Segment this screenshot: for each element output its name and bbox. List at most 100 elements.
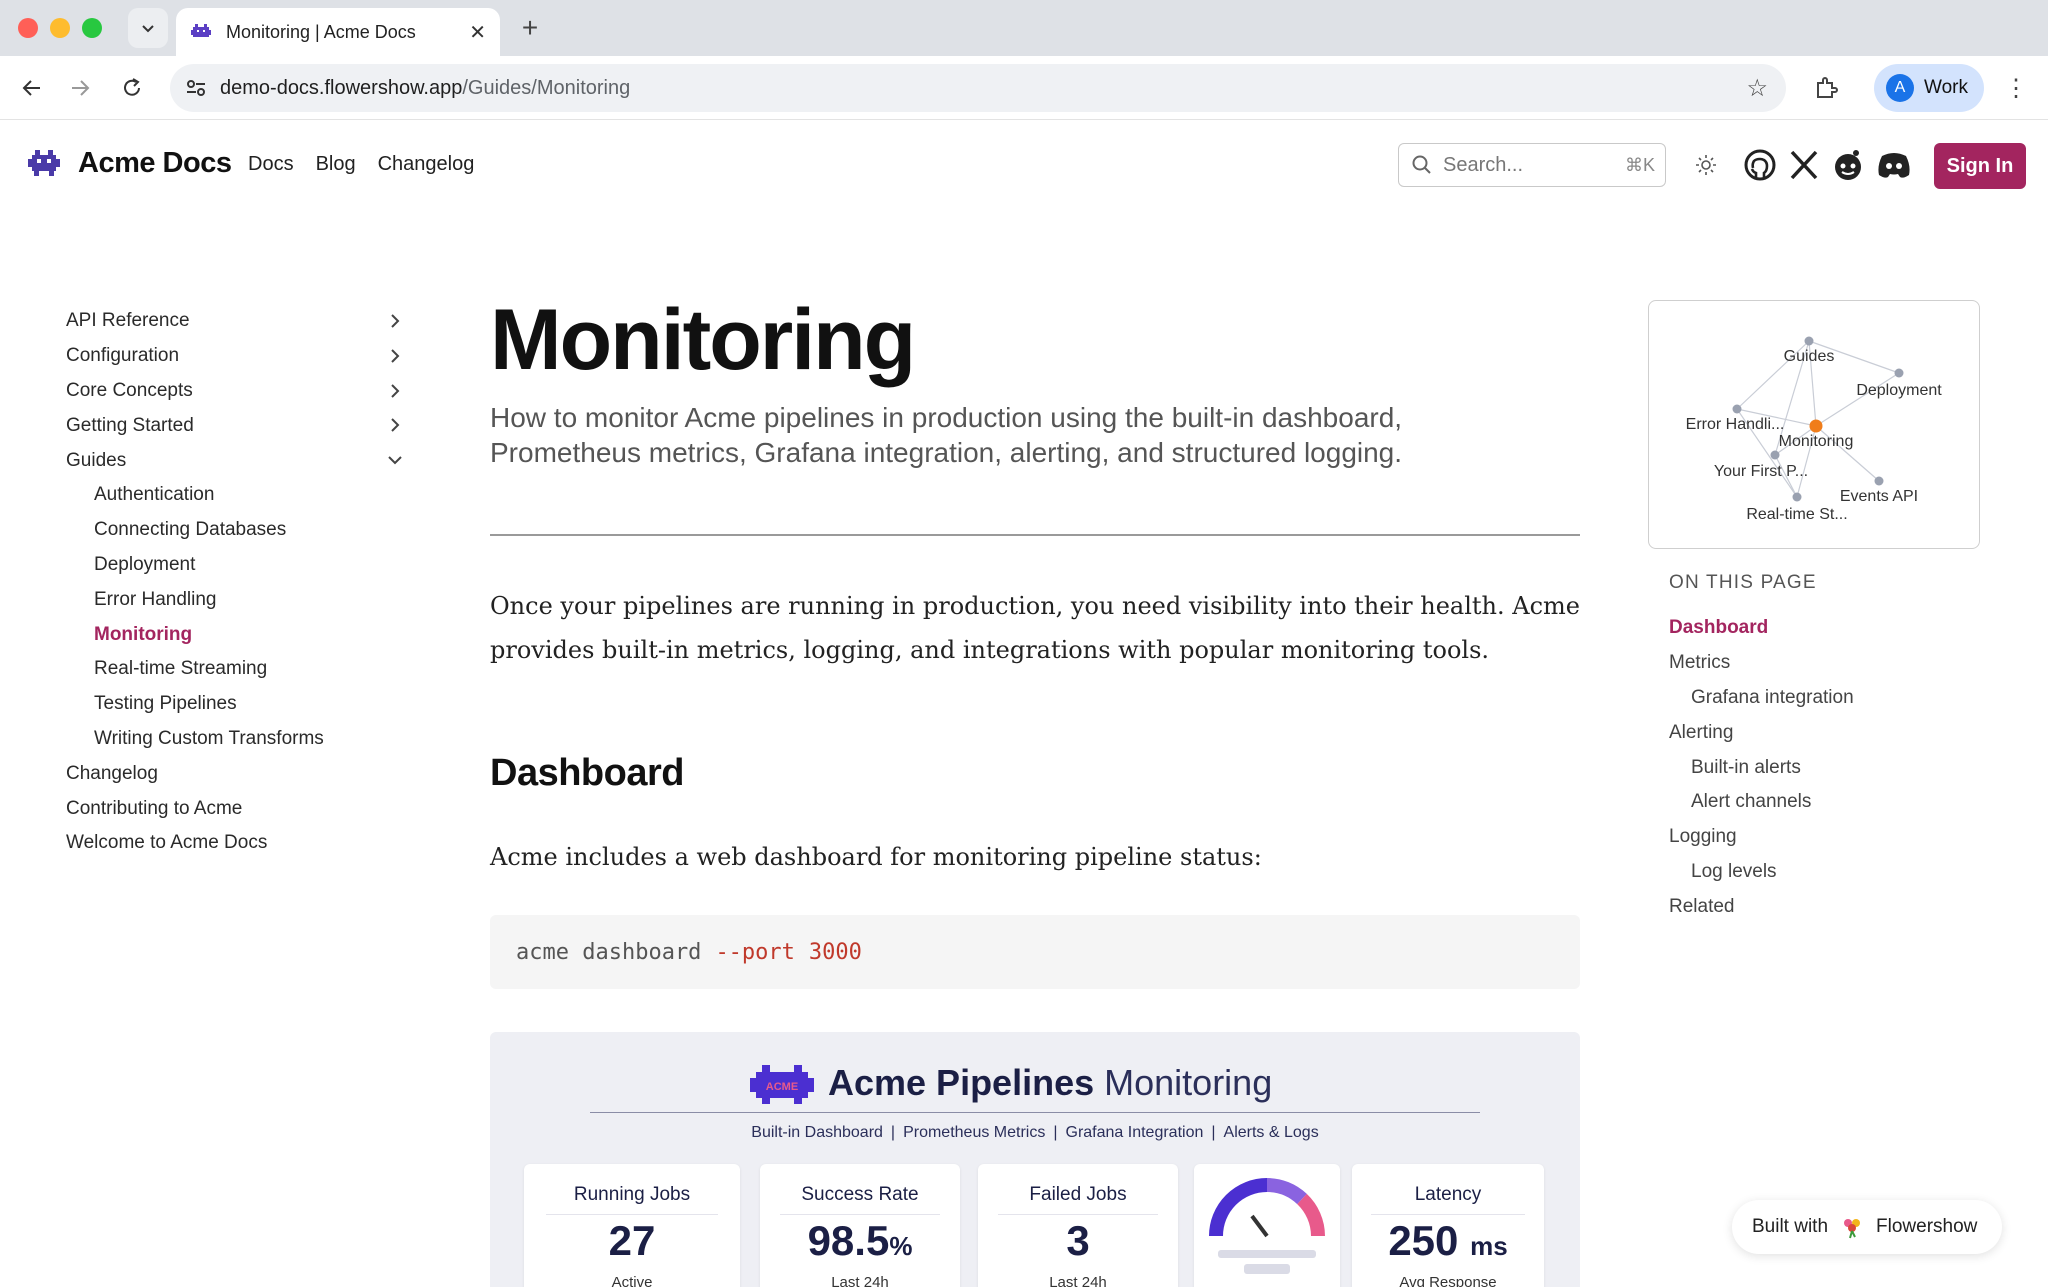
browser-tab-bar: Monitoring | Acme Docs ✕ +	[0, 0, 2048, 56]
toc-item-alerting[interactable]: Alerting	[1669, 715, 1969, 750]
sidebar-item-error-handling[interactable]: Error Handling	[66, 582, 406, 617]
gauge-card	[1194, 1164, 1340, 1287]
banner-link: Alerts & Logs	[1223, 1124, 1319, 1141]
article: Monitoring How to monitor Acme pipelines…	[490, 290, 1580, 989]
chevron-right-icon	[391, 418, 400, 433]
reload-button[interactable]	[114, 70, 150, 106]
close-window-button[interactable]	[18, 18, 38, 38]
address-bar[interactable]: demo-docs.flowershow.app/Guides/Monitori…	[170, 64, 1786, 112]
card-subtitle: Last 24h	[831, 1274, 889, 1287]
sidebar-item-guides[interactable]: Guides	[66, 443, 406, 478]
new-tab-button[interactable]: +	[514, 12, 546, 44]
metric-card-failed-jobs: Failed Jobs 3 Last 24h	[978, 1164, 1178, 1287]
sidebar-item-label: Core Concepts	[66, 379, 193, 401]
browser-toolbar: demo-docs.flowershow.app/Guides/Monitori…	[0, 56, 2048, 120]
toc-item-built-in-alerts[interactable]: Built-in alerts	[1669, 750, 1969, 785]
chevron-down-icon	[142, 25, 154, 33]
card-value: 3	[1066, 1217, 1090, 1264]
sidebar-item-configuration[interactable]: Configuration	[66, 339, 406, 374]
graph-node-label: Events API	[1840, 488, 1918, 505]
graph-node-label: Error Handli...	[1686, 416, 1785, 433]
sidebar-item-real-time-streaming[interactable]: Real-time Streaming	[66, 652, 406, 687]
toc-item-logging[interactable]: Logging	[1669, 820, 1969, 855]
reddit-icon	[1835, 150, 1861, 180]
banner-title-bold: Acme Pipelines	[828, 1062, 1095, 1103]
sidebar-item-testing-pipelines[interactable]: Testing Pipelines	[66, 687, 406, 722]
tab-title: Monitoring | Acme Docs	[226, 21, 416, 42]
acme-favicon-icon	[191, 24, 211, 37]
page-title: Monitoring	[490, 292, 916, 388]
x-link[interactable]	[1786, 147, 1822, 183]
discord-link[interactable]	[1876, 147, 1912, 183]
sidebar-item-authentication[interactable]: Authentication	[66, 478, 406, 513]
sign-in-button[interactable]: Sign In	[1934, 143, 2026, 189]
banner-links: Built-in Dashboard | Prometheus Metrics | Gr…	[751, 1124, 1319, 1141]
badge-prefix: Built with	[1752, 1216, 1829, 1237]
sidebar-item-core-concepts[interactable]: Core Concepts	[66, 374, 406, 409]
toc-item-log-levels[interactable]: Log levels	[1669, 855, 1969, 890]
tab-search-button[interactable]	[128, 8, 168, 48]
reddit-link[interactable]	[1830, 147, 1866, 183]
brand-name[interactable]: Acme Docs	[78, 147, 232, 180]
toc-heading: ON THIS PAGE	[1669, 572, 1817, 593]
banner-title-rest: Monitoring	[1104, 1062, 1273, 1103]
acme-logo-icon[interactable]	[26, 145, 62, 181]
search-input[interactable]: Search... ⌘K	[1398, 143, 1666, 187]
extensions-button[interactable]	[1806, 68, 1846, 108]
toc-item-grafana-integration[interactable]: Grafana integration	[1669, 681, 1969, 716]
back-button[interactable]	[14, 70, 50, 106]
sidebar-item-deployment[interactable]: Deployment	[66, 548, 406, 583]
maximize-window-button[interactable]	[82, 18, 102, 38]
url-path: /Guides/Monitoring	[462, 76, 631, 99]
link-graph: Guides Deployment Error Handli... Monito…	[1686, 336, 1942, 523]
sidebar-item-monitoring[interactable]: Monitoring	[66, 617, 406, 652]
sidebar-item-changelog[interactable]: Changelog	[66, 756, 406, 791]
sidebar-item-contributing[interactable]: Contributing to Acme	[66, 791, 406, 826]
graph-node-label: Guides	[1784, 348, 1835, 365]
chevron-right-icon	[391, 383, 400, 398]
code-block[interactable]: acme dashboard --port 3000	[490, 915, 1580, 989]
sidebar-item-api-reference[interactable]: API Reference	[66, 304, 406, 339]
nav-blog[interactable]: Blog	[316, 153, 356, 176]
puzzle-icon	[1817, 77, 1838, 98]
sidebar-item-welcome[interactable]: Welcome to Acme Docs	[66, 826, 406, 861]
forward-button[interactable]	[62, 70, 98, 106]
metric-card-latency: Latency 250 ms Avg Response	[1352, 1164, 1544, 1287]
sidebar-item-writing-custom-transforms[interactable]: Writing Custom Transforms	[66, 722, 406, 757]
card-value: 98.5%	[807, 1217, 913, 1264]
browser-tab-active[interactable]: Monitoring | Acme Docs ✕	[176, 8, 500, 56]
toc-item-metrics[interactable]: Metrics	[1669, 646, 1969, 681]
banner-link: Grafana Integration	[1065, 1124, 1204, 1141]
monitoring-banner-image: ACME Acme Pipelines Monitoring Built-in …	[490, 1032, 1580, 1287]
close-tab-icon[interactable]: ✕	[469, 20, 486, 45]
nav-docs[interactable]: Docs	[248, 153, 294, 176]
badge-name: Flowershow	[1876, 1216, 1978, 1237]
nav-changelog[interactable]: Changelog	[378, 153, 475, 176]
banner-link: Prometheus Metrics	[903, 1124, 1046, 1141]
minimize-window-button[interactable]	[50, 18, 70, 38]
toc-item-related[interactable]: Related	[1669, 889, 1969, 924]
theme-toggle-button[interactable]	[1688, 147, 1724, 183]
card-subtitle: Avg Response	[1399, 1274, 1497, 1287]
sidebar-item-label: Configuration	[66, 345, 180, 367]
toc-item-alert-channels[interactable]: Alert channels	[1669, 785, 1969, 820]
built-with-flowershow-badge[interactable]: Built with Flowershow	[1732, 1200, 2002, 1254]
bookmark-star-icon[interactable]: ☆	[1746, 74, 1768, 103]
profile-button[interactable]: A Work	[1874, 64, 1984, 112]
search-shortcut: ⌘K	[1624, 155, 1655, 175]
github-link[interactable]	[1742, 147, 1778, 183]
code-flag: --port	[715, 939, 795, 965]
sidebar-item-getting-started[interactable]: Getting Started	[66, 408, 406, 443]
browser-menu-button[interactable]: ⋮	[2002, 70, 2030, 106]
sidebar-item-label: Guides	[66, 449, 127, 471]
profile-name: Work	[1924, 77, 1968, 98]
github-icon	[1744, 149, 1776, 181]
sidebar-item-connecting-databases[interactable]: Connecting Databases	[66, 513, 406, 548]
chevron-right-icon	[391, 349, 400, 363]
dashboard-paragraph: Acme includes a web dashboard for monito…	[490, 843, 1262, 871]
divider	[490, 534, 1580, 536]
logo-lettering: ACME	[766, 1081, 798, 1093]
site-settings-icon[interactable]	[184, 76, 208, 100]
toc-item-dashboard[interactable]: Dashboard	[1669, 611, 1969, 646]
graph-view[interactable]: Guides Deployment Error Handli... Monito…	[1648, 300, 1980, 549]
